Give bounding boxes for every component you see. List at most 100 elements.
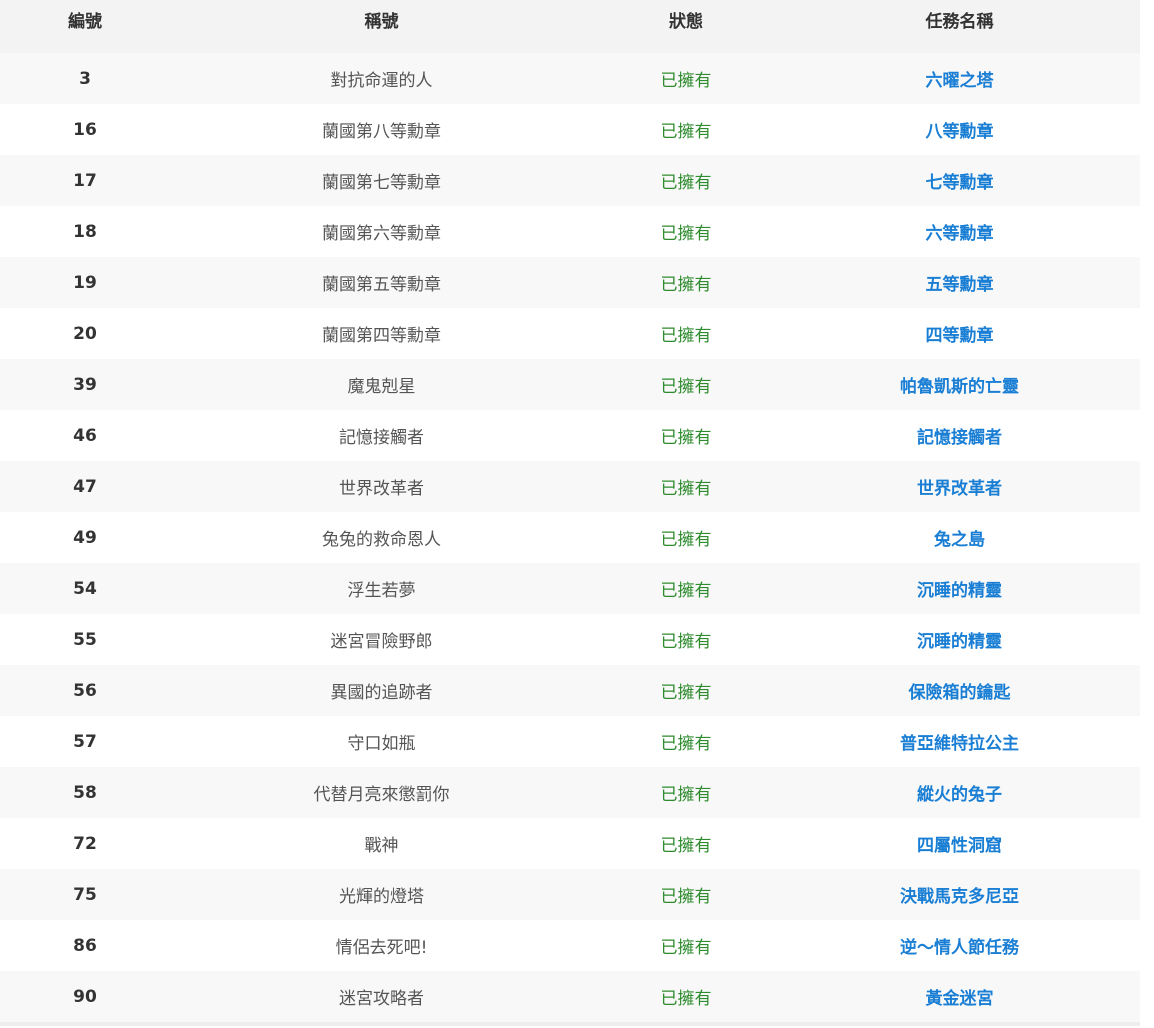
row-status: 已擁有 [660, 785, 712, 805]
row-status: 已擁有 [660, 938, 712, 958]
row-status: 已擁有 [660, 530, 712, 550]
row-title: 對抗命運的人 [330, 71, 433, 91]
row-id: 18 [73, 221, 97, 242]
row-task-link[interactable]: 普亞維特拉公主 [779, 729, 1140, 754]
header-id: 編號 [68, 12, 102, 32]
table-body: 3 對抗命運的人 已擁有 六曜之塔 16 蘭國第八等勳章 已擁有 八等勳章 17 蘭國第七等勳章已… [0, 53, 1140, 1022]
table-row: 55 迷宮冒險野郎 已擁有 沉睡的精靈 [0, 614, 1140, 665]
row-title: 戰神 [364, 836, 399, 856]
row-task-link[interactable]: 世界改革者 [779, 474, 1140, 499]
row-title: 兔兔的救命恩人 [322, 530, 441, 550]
row-status: 已擁有 [660, 428, 712, 448]
row-status: 已擁有 [660, 989, 712, 1009]
row-status: 已擁有 [660, 122, 712, 142]
row-task-link[interactable]: 七等勳章 [779, 168, 1140, 193]
row-status: 已擁有 [660, 326, 712, 346]
row-status: 已擁有 [660, 887, 712, 907]
table-row: 18 蘭國第六等勳章 已擁有 六等勳章 [0, 206, 1140, 257]
row-title: 浮生若夢 [347, 581, 416, 601]
row-task-link[interactable]: 保險箱的鑰匙 [779, 678, 1140, 703]
table-row: 72 戰神 已擁有 四屬性洞窟 [0, 818, 1140, 869]
row-title: 蘭國第八等勳章 [322, 122, 441, 142]
row-task-link[interactable]: 帕魯凱斯的亡靈 [779, 372, 1140, 397]
table-row: 56 異國的追跡者 已擁有 保險箱的鑰匙 [0, 665, 1140, 716]
row-task-link[interactable]: 沉睡的精靈 [779, 576, 1140, 601]
row-id: 47 [73, 476, 97, 497]
row-id: 54 [73, 578, 97, 599]
row-id: 46 [73, 425, 97, 446]
row-task-link[interactable]: 縱火的兔子 [779, 780, 1140, 805]
row-title: 情侶去死吧! [335, 938, 428, 958]
row-task-link[interactable]: 沉睡的精靈 [779, 627, 1140, 652]
table-bottom-border [0, 1022, 1140, 1026]
row-status: 已擁有 [660, 734, 712, 754]
title-table: 編號 稱號 狀態 任務名稱 3 對抗命運的人 已擁有 六曜之塔 16 蘭國第八等勳章 已擁有… [0, 0, 1140, 1026]
row-id: 72 [73, 833, 97, 854]
header-title: 稱號 [364, 12, 399, 32]
row-status: 已擁有 [660, 71, 712, 91]
row-task-link[interactable]: 逆～情人節任務 [779, 933, 1140, 958]
row-title: 蘭國第四等勳章 [322, 326, 441, 346]
header-task: 任務名稱 [925, 12, 994, 32]
row-id: 19 [73, 272, 97, 293]
table-row: 3 對抗命運的人 已擁有 六曜之塔 [0, 53, 1140, 104]
row-id: 39 [73, 374, 97, 395]
row-id: 3 [79, 68, 91, 89]
row-title: 蘭國第七等勳章 [322, 173, 441, 193]
row-title: 蘭國第五等勳章 [322, 275, 441, 295]
table-row: 90 迷宮攻略者 已擁有 黃金迷宮 [0, 971, 1140, 1022]
header-status: 狀態 [669, 12, 703, 32]
row-title: 蘭國第六等勳章 [322, 224, 441, 244]
row-task-link[interactable]: 四等勳章 [779, 321, 1140, 346]
table-row: 20 蘭國第四等勳章 已擁有 四等勳章 [0, 308, 1140, 359]
row-id: 57 [73, 731, 97, 752]
row-status: 已擁有 [660, 224, 712, 244]
row-id: 56 [73, 680, 97, 701]
table-row: 17 蘭國第七等勳章 已擁有 七等勳章 [0, 155, 1140, 206]
row-id: 49 [73, 527, 97, 548]
row-title: 代替月亮來懲罰你 [313, 785, 450, 805]
table-row: 54 浮生若夢 已擁有 沉睡的精靈 [0, 563, 1140, 614]
table-row: 47 世界改革者 已擁有 世界改革者 [0, 461, 1140, 512]
row-title: 迷宮冒險野郎 [330, 632, 433, 652]
row-task-link[interactable]: 黃金迷宮 [779, 984, 1140, 1009]
row-id: 90 [73, 986, 97, 1007]
row-title: 世界改革者 [339, 479, 424, 499]
row-status: 已擁有 [660, 836, 712, 856]
row-task-link[interactable]: 六曜之塔 [779, 66, 1140, 91]
table-row: 75 光輝的燈塔 已擁有 決戰馬克多尼亞 [0, 869, 1140, 920]
table-row: 39 魔鬼剋星 已擁有 帕魯凱斯的亡靈 [0, 359, 1140, 410]
row-title: 記憶接觸者 [339, 428, 424, 448]
row-title: 迷宮攻略者 [339, 989, 424, 1009]
row-status: 已擁有 [660, 275, 712, 295]
table-row: 46 記憶接觸者 已擁有 記憶接觸者 [0, 410, 1140, 461]
row-id: 16 [73, 119, 97, 140]
row-status: 已擁有 [660, 377, 712, 397]
table-row: 49 兔兔的救命恩人 已擁有 兔之島 [0, 512, 1140, 563]
row-task-link[interactable]: 記憶接觸者 [779, 423, 1140, 448]
row-status: 已擁有 [660, 173, 712, 193]
row-title: 異國的追跡者 [330, 683, 433, 703]
row-id: 20 [73, 323, 97, 344]
table-header: 編號 稱號 狀態 任務名稱 [0, 0, 1140, 53]
table-row: 16 蘭國第八等勳章 已擁有 八等勳章 [0, 104, 1140, 155]
row-status: 已擁有 [660, 683, 712, 703]
row-task-link[interactable]: 決戰馬克多尼亞 [779, 882, 1140, 907]
row-task-link[interactable]: 四屬性洞窟 [779, 831, 1140, 856]
row-task-link[interactable]: 兔之島 [779, 525, 1140, 550]
row-task-link[interactable]: 八等勳章 [779, 117, 1140, 142]
table-row: 58 代替月亮來懲罰你 已擁有 縱火的兔子 [0, 767, 1140, 818]
row-title: 守口如瓶 [347, 734, 416, 754]
row-id: 55 [73, 629, 97, 650]
row-id: 86 [73, 935, 97, 956]
row-task-link[interactable]: 六等勳章 [779, 219, 1140, 244]
table-row: 86 情侶去死吧! 已擁有 逆～情人節任務 [0, 920, 1140, 971]
table-row: 19 蘭國第五等勳章 已擁有 五等勳章 [0, 257, 1140, 308]
row-status: 已擁有 [660, 632, 712, 652]
row-task-link[interactable]: 五等勳章 [779, 270, 1140, 295]
row-title: 魔鬼剋星 [347, 377, 416, 397]
row-title: 光輝的燈塔 [339, 887, 424, 907]
table-row: 57 守口如瓶 已擁有 普亞維特拉公主 [0, 716, 1140, 767]
row-status: 已擁有 [660, 479, 712, 499]
row-id: 58 [73, 782, 97, 803]
